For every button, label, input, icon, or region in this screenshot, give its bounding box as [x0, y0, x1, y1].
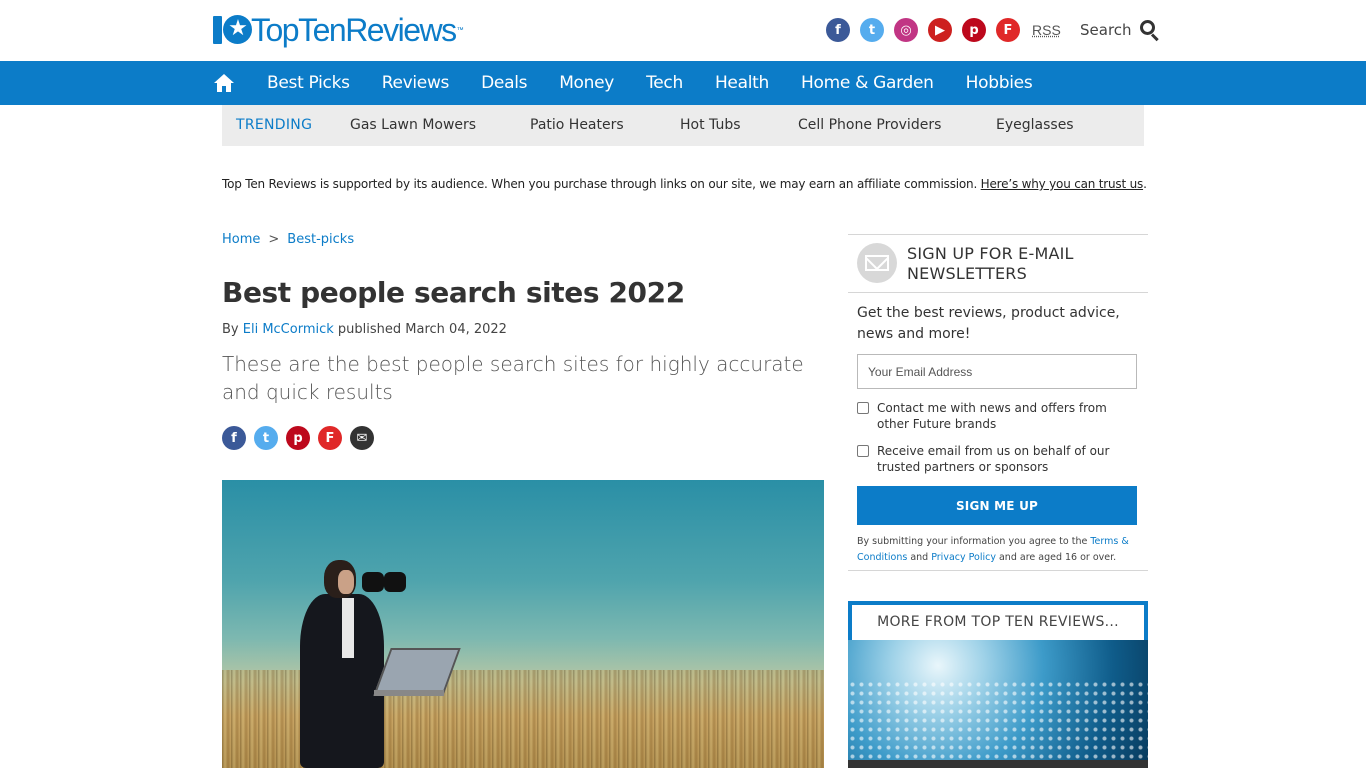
binoculars-icon	[362, 572, 408, 594]
share-buttons: f t p F ✉	[222, 426, 374, 450]
share-flipboard-icon[interactable]: F	[318, 426, 342, 450]
star-icon: ★	[228, 16, 248, 41]
nav-item-best-picks[interactable]: Best Picks	[251, 61, 366, 105]
newsletter-terms: By submitting your information you agree…	[857, 536, 1129, 563]
email-field[interactable]	[857, 354, 1137, 389]
nav-items: Best Picks Reviews Deals Money Tech Heal…	[251, 61, 1048, 105]
search-label: Search	[1080, 21, 1132, 39]
newsletter-signup: SIGN UP FOR E-MAIL NEWSLETTERS Get the b…	[848, 234, 1148, 571]
checkbox[interactable]	[857, 402, 869, 414]
affiliate-disclaimer: Top Ten Reviews is supported by its audi…	[222, 177, 1147, 191]
trending-link-hot-tubs[interactable]: Hot Tubs	[680, 105, 741, 145]
breadcrumb-best-picks[interactable]: Best-picks	[287, 232, 354, 247]
breadcrumb-home[interactable]: Home	[222, 232, 260, 247]
header-social-links: f t ◎ ▶ p F RSS	[826, 18, 1061, 42]
breadcrumb: Home > Best-picks	[222, 232, 354, 247]
byline: By Eli McCormick published March 04, 202…	[222, 322, 507, 337]
share-twitter-icon[interactable]: t	[254, 426, 278, 450]
trending-link-eyeglasses[interactable]: Eyeglasses	[996, 105, 1074, 145]
top-header: ★ TopTenReviews ™ f t ◎ ▶ p F RSS Search	[0, 0, 1366, 61]
nav-item-home-garden[interactable]: Home & Garden	[785, 61, 950, 105]
facebook-icon[interactable]: f	[826, 18, 850, 42]
search-icon[interactable]	[1139, 20, 1160, 42]
article-strapline: These are the best people search sites f…	[222, 352, 804, 404]
logo-wordmark: TopTenReviews	[251, 12, 457, 48]
site-logo[interactable]: ★ TopTenReviews ™	[213, 12, 464, 48]
youtube-icon[interactable]: ▶	[928, 18, 952, 42]
logo-trademark: ™	[456, 26, 464, 34]
logo-10-mark: ★	[213, 14, 252, 46]
privacy-link[interactable]: Privacy Policy	[931, 552, 996, 563]
newsletter-description: Get the best reviews, product advice, ne…	[857, 305, 1120, 342]
more-from-title: MORE FROM TOP TEN REVIEWS...	[852, 605, 1144, 640]
trending-link-gas-lawn-mowers[interactable]: Gas Lawn Mowers	[350, 105, 476, 145]
hero-image	[222, 480, 824, 768]
header-search[interactable]: Search	[1080, 20, 1160, 42]
newsletter-check-future-brands[interactable]: Contact me with news and offers from oth…	[857, 400, 1142, 432]
home-icon[interactable]	[213, 72, 235, 94]
share-pinterest-icon[interactable]: p	[286, 426, 310, 450]
pinterest-icon[interactable]: p	[962, 18, 986, 42]
newsletter-header: SIGN UP FOR E-MAIL NEWSLETTERS	[848, 235, 1148, 293]
nav-item-hobbies[interactable]: Hobbies	[950, 61, 1049, 105]
rss-link[interactable]: RSS	[1032, 22, 1061, 38]
page-title: Best people search sites 2022	[222, 276, 685, 309]
more-from-image[interactable]	[848, 640, 1148, 768]
breadcrumb-separator: >	[268, 232, 280, 247]
trust-link[interactable]: Here’s why you can trust us	[981, 177, 1144, 191]
nav-item-tech[interactable]: Tech	[630, 61, 699, 105]
share-email-icon[interactable]: ✉	[350, 426, 374, 450]
more-from-widget: MORE FROM TOP TEN REVIEWS...	[848, 601, 1148, 768]
trending-link-cell-phone-providers[interactable]: Cell Phone Providers	[798, 105, 941, 145]
envelope-icon	[857, 243, 897, 283]
twitter-icon[interactable]: t	[860, 18, 884, 42]
instagram-icon[interactable]: ◎	[894, 18, 918, 42]
share-facebook-icon[interactable]: f	[222, 426, 246, 450]
checkbox[interactable]	[857, 445, 869, 457]
main-nav: Best Picks Reviews Deals Money Tech Heal…	[0, 61, 1366, 105]
nav-item-money[interactable]: Money	[543, 61, 630, 105]
trending-bar: TRENDING Gas Lawn Mowers Patio Heaters H…	[222, 105, 1144, 146]
author-link[interactable]: Eli McCormick	[243, 322, 334, 337]
nav-item-deals[interactable]: Deals	[465, 61, 543, 105]
flipboard-icon[interactable]: F	[996, 18, 1020, 42]
trending-label: TRENDING	[236, 117, 313, 133]
nav-item-reviews[interactable]: Reviews	[366, 61, 465, 105]
sign-me-up-button[interactable]: SIGN ME UP	[857, 486, 1137, 525]
newsletter-check-partners[interactable]: Receive email from us on behalf of our t…	[857, 443, 1142, 475]
nav-item-health[interactable]: Health	[699, 61, 785, 105]
trending-link-patio-heaters[interactable]: Patio Heaters	[530, 105, 624, 145]
publish-date: published March 04, 2022	[333, 322, 507, 337]
newsletter-title: SIGN UP FOR E-MAIL NEWSLETTERS	[907, 244, 1074, 283]
